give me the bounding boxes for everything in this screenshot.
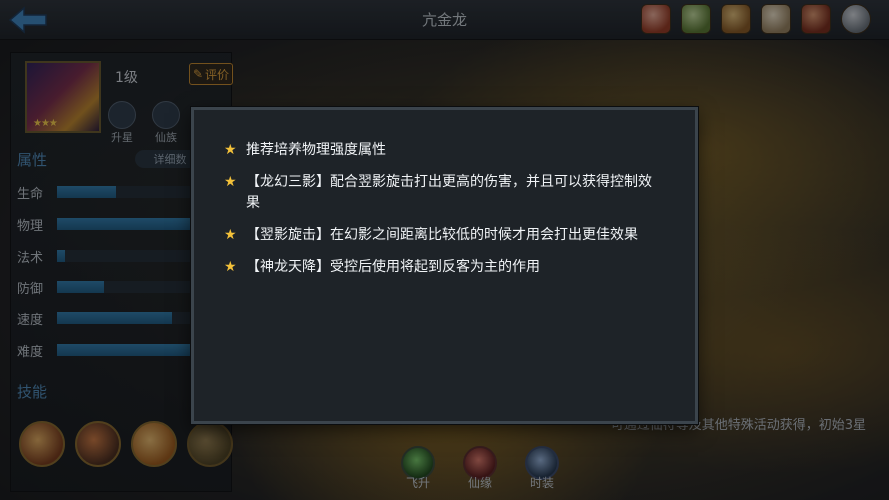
tip-text: 【翌影旋击】在幻影之间距离比较低的时候才用会打出更佳效果 [246,227,638,243]
tip-item: ★ 【龙幻三影】配合翌影旋击打出更高的伤害，并且可以获得控制效果 [224,172,664,214]
tip-item: ★ 【翌影旋击】在幻影之间距离比较低的时候才用会打出更佳效果 [224,225,664,246]
tip-text: 【龙幻三影】配合翌影旋击打出更高的伤害，并且可以获得控制效果 [246,174,652,211]
star-icon: ★ [224,259,237,275]
star-icon: ★ [224,142,237,158]
star-icon: ★ [224,227,237,243]
tip-item: ★ 推荐培养物理强度属性 [224,140,664,161]
tip-text: 推荐培养物理强度属性 [246,142,386,158]
tip-list: ★ 推荐培养物理强度属性 ★ 【龙幻三影】配合翌影旋击打出更高的伤害，并且可以获… [224,140,664,289]
tip-item: ★ 【神龙天降】受控后使用将起到反客为主的作用 [224,257,664,278]
star-icon: ★ [224,174,237,190]
tip-text: 【神龙天降】受控后使用将起到反客为主的作用 [246,259,540,275]
tips-dialog: ★ 推荐培养物理强度属性 ★ 【龙幻三影】配合翌影旋击打出更高的伤害，并且可以获… [191,107,698,424]
